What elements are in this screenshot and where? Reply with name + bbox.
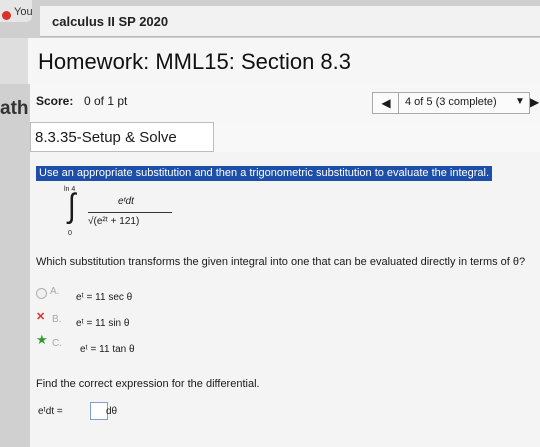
youtube-icon xyxy=(2,11,11,20)
browser-tab-label: You xyxy=(14,6,33,18)
score-value: 0 of 1 pt xyxy=(84,94,128,108)
question-selector-label: 4 of 5 (3 complete) xyxy=(405,96,497,108)
differential-question: Find the correct expression for the diff… xyxy=(36,378,260,390)
differential-suffix: dθ xyxy=(106,406,118,417)
course-title: calculus II SP 2020 xyxy=(52,14,169,29)
section-title: 8.3.35-Setup & Solve xyxy=(35,129,177,146)
option-marker: A. xyxy=(50,286,60,297)
differential-prefix: eᵗdt = xyxy=(38,406,63,417)
sidebar-partial-text: ath xyxy=(0,98,29,119)
browser-topbar: You calculus II SP 2020 xyxy=(0,0,540,38)
question-text: Which substitution transforms the given … xyxy=(36,256,526,268)
fraction-line xyxy=(88,212,172,213)
option-label: eᵗ = 11 sin θ xyxy=(76,318,130,329)
integral-lower-limit: 0 xyxy=(68,230,72,237)
integral-numerator: eᵗdt xyxy=(118,196,134,207)
next-question-button[interactable]: ▶ xyxy=(530,92,540,112)
instruction-text: Use an appropriate substitution and then… xyxy=(36,166,493,181)
chevron-down-icon: ▼ xyxy=(515,96,525,107)
score-label: Score: xyxy=(36,94,74,108)
option-marker: C. xyxy=(52,338,62,349)
option-marker: B. xyxy=(52,314,62,325)
option-label: eᵗ = 11 tan θ xyxy=(80,344,135,355)
option-a[interactable]: A. eᵗ = 11 sec θ xyxy=(36,286,416,306)
section-bar: 8.3.35-Setup & Solve xyxy=(30,122,540,152)
left-sidebar xyxy=(0,84,30,447)
option-c[interactable]: ★ C. eᵗ = 11 tan θ xyxy=(36,332,416,356)
course-header: calculus II SP 2020 xyxy=(40,6,540,37)
score-bar: Score: 0 of 1 pt ◀ 4 of 5 (3 complete) ▼… xyxy=(30,84,540,122)
question-selector[interactable]: 4 of 5 (3 complete) ▼ xyxy=(398,92,530,114)
correct-star-icon: ★ xyxy=(36,332,48,347)
homework-header: Homework: MML15: Section 8.3 xyxy=(28,38,540,85)
integral-sign: ∫ xyxy=(68,186,76,224)
integral-denominator: √(e²ᵗ + 121) xyxy=(88,216,140,227)
browser-tab[interactable]: You xyxy=(0,0,33,22)
previous-question-button[interactable]: ◀ xyxy=(372,92,400,114)
section-title-box: 8.3.35-Setup & Solve xyxy=(30,122,214,152)
problem-panel: Use an appropriate substitution and then… xyxy=(30,152,540,447)
incorrect-x-icon: ✕ xyxy=(36,311,46,323)
option-b[interactable]: ✕ B. eᵗ = 11 sin θ xyxy=(36,311,416,332)
radio-icon[interactable] xyxy=(36,288,47,299)
homework-title: Homework: MML15: Section 8.3 xyxy=(38,49,352,74)
option-label: eᵗ = 11 sec θ xyxy=(76,292,133,303)
